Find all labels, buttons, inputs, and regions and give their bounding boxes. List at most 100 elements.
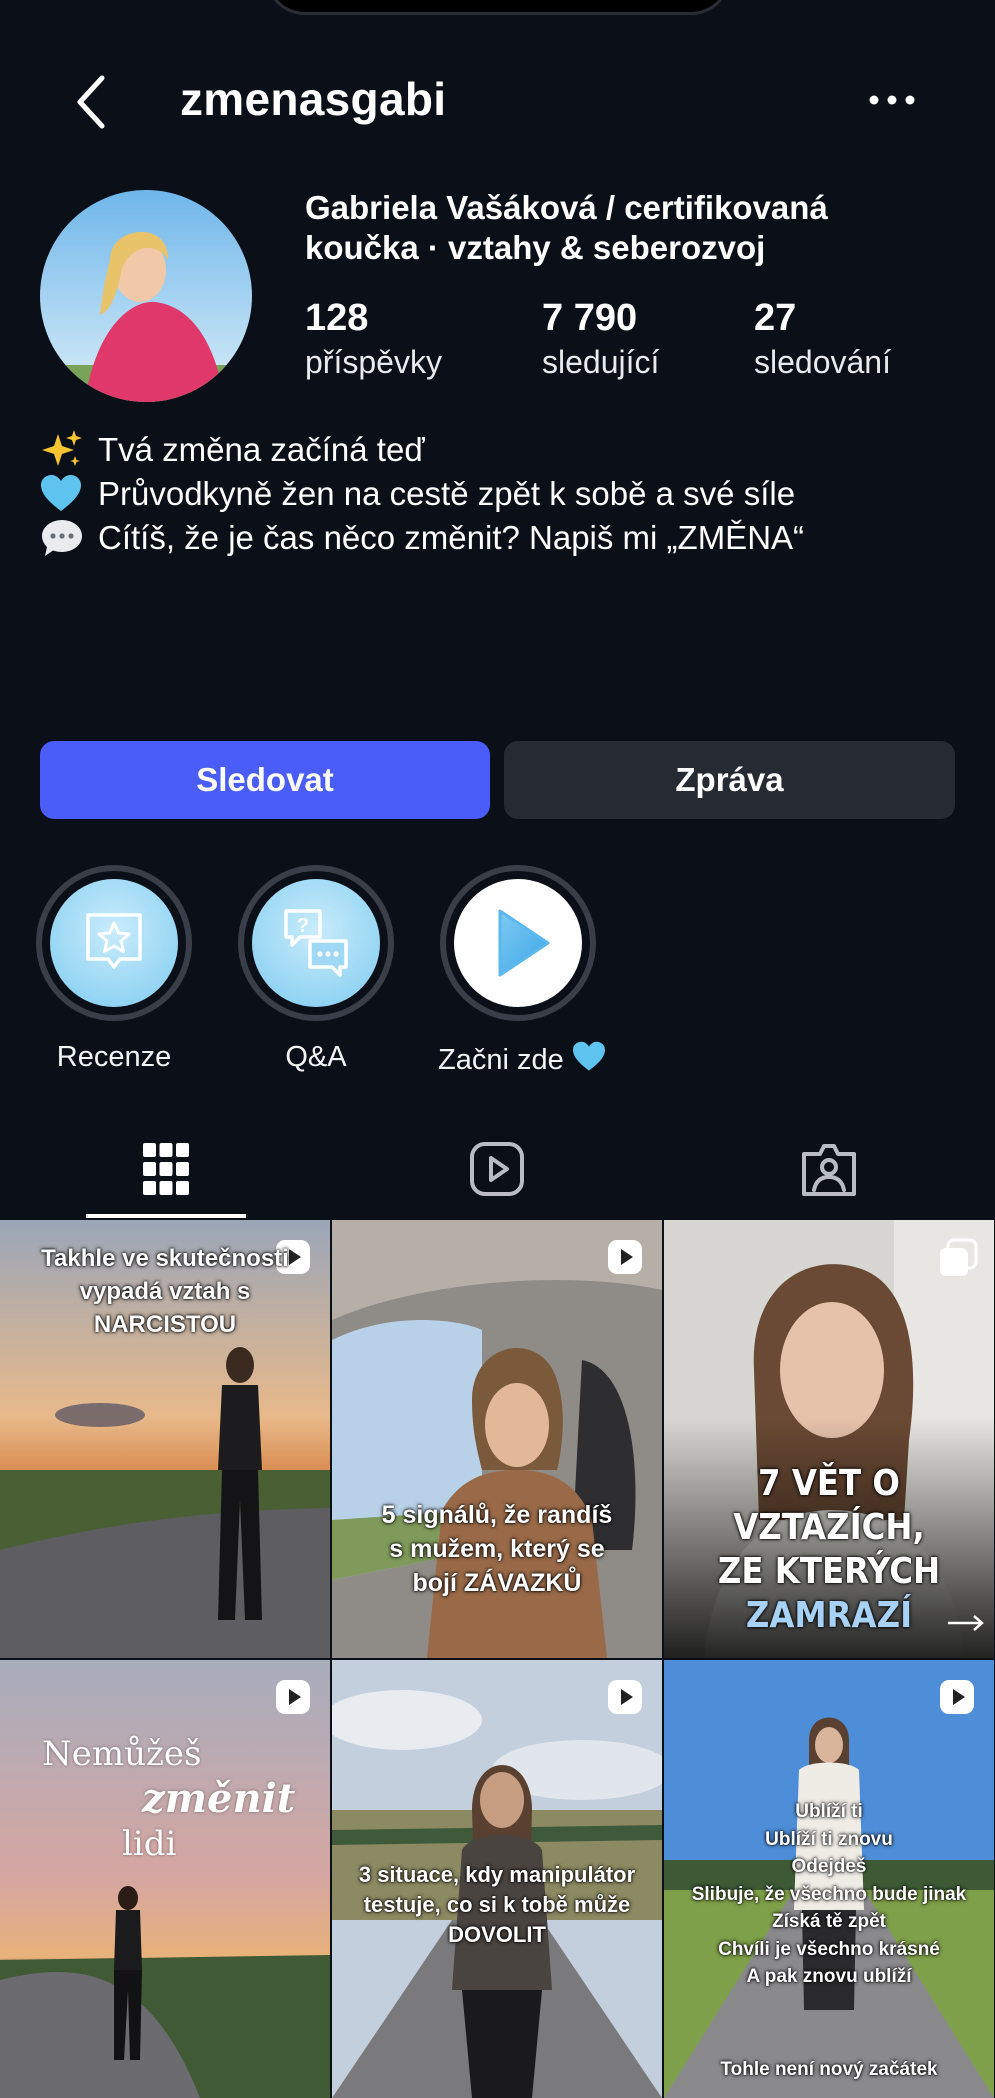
- post-tile[interactable]: 7 VĚT O VZTAZÍCH, ZE KTERÝCH ZAMRAZÍ: [664, 1220, 994, 1658]
- follow-button[interactable]: Sledovat: [40, 741, 490, 819]
- star-bubble-icon: [86, 913, 142, 969]
- post-caption-line: NARCISTOU: [93, 1311, 237, 1338]
- post-caption-line: Získá tě zpět: [771, 1911, 887, 1932]
- stat-following[interactable]: 27 sledování: [754, 295, 891, 383]
- highlight-label: Q&A: [285, 1041, 347, 1073]
- svg-text:?: ?: [297, 915, 309, 937]
- tagged-icon: [802, 1144, 856, 1196]
- post-caption-line: 5 signálů, že randíš: [381, 1501, 613, 1529]
- highlight-cover: [50, 879, 178, 1007]
- blue-heart-icon: [572, 1041, 605, 1071]
- post-caption-line: A pak znovu ublíží: [746, 1966, 912, 1987]
- highlight-ring: [36, 865, 192, 1021]
- profile-name-line-2: koučka · vztahy & seberozvoj: [305, 229, 766, 266]
- highlight-label-text: Začni zde: [438, 1044, 564, 1076]
- reel-badge-icon: [274, 1678, 312, 1716]
- bio-text: Tvá změna začíná teď: [98, 431, 425, 468]
- profile-tabs: [0, 1120, 995, 1218]
- highlight-label: Začni zde: [438, 1041, 605, 1077]
- post-tile[interactable]: Takhle ve skutečnosti vypadá vztah s NAR…: [0, 1220, 330, 1658]
- highlight-ring: [440, 865, 596, 1021]
- post-caption: Takhle ve skutečnosti vypadá vztah s NAR…: [0, 1242, 330, 1341]
- bio-line: Tvá změna začíná teď: [40, 428, 804, 472]
- back-button[interactable]: [72, 72, 112, 132]
- post-image: [0, 1660, 330, 2098]
- stat-followers-count: 7 790: [542, 297, 638, 339]
- reel-badge-icon: [606, 1678, 644, 1716]
- device-notch: [265, 0, 731, 15]
- stat-posts-label: příspěvky: [305, 344, 442, 380]
- stat-posts-count: 128: [305, 297, 369, 339]
- post-tile[interactable]: Nemůžeš změnit lidi: [0, 1660, 330, 2098]
- stat-following-count: 27: [754, 297, 797, 339]
- grid-icon: [143, 1143, 189, 1195]
- bio-text: Cítíš, že je čas něco změnit? Napiš mi „…: [98, 519, 805, 556]
- post-tile[interactable]: 5 signálů, že randíš s mužem, který se b…: [332, 1220, 662, 1658]
- bio-line: Cítíš, že je čas něco změnit? Napiš mi „…: [40, 516, 804, 560]
- post-tile[interactable]: 3 situace, kdy manipulátor testuje, co s…: [332, 1660, 662, 2098]
- post-caption-line: Ublíží ti znovu: [765, 1828, 893, 1850]
- stat-followers-label: sledující: [542, 344, 660, 380]
- reels-icon: [470, 1142, 524, 1196]
- post-caption-line: testuje, co si k tobě může: [363, 1892, 631, 1917]
- highlight-label: Recenze: [56, 1041, 172, 1073]
- sparkles-icon: [40, 428, 88, 472]
- top-bar: zmenasgabi: [0, 60, 995, 140]
- more-options-button[interactable]: [857, 80, 927, 120]
- highlight-ring: ?: [238, 865, 394, 1021]
- reel-badge-icon: [606, 1238, 644, 1276]
- post-caption-line: s mužem, který se: [389, 1535, 605, 1563]
- profile-avatar[interactable]: [40, 190, 252, 402]
- play-icon: [498, 909, 550, 977]
- post-caption-line: ZAMRAZÍ: [745, 1595, 913, 1636]
- post-caption-line: změnit: [142, 1775, 296, 1822]
- post-caption: 7 VĚT O VZTAZÍCH, ZE KTERÝCH ZAMRAZÍ: [664, 1462, 994, 1638]
- highlight-recenze[interactable]: Recenze: [34, 865, 194, 1074]
- post-caption-line: bojí ZÁVAZKŮ: [412, 1569, 582, 1597]
- post-caption: Nemůžeš změnit lidi: [42, 1732, 295, 1866]
- blue-heart-icon: [40, 472, 88, 516]
- post-caption-line: Odejdeš: [791, 1856, 867, 1877]
- speech-bubble-icon: [40, 516, 88, 560]
- highlight-cover: [454, 879, 582, 1007]
- post-caption-line: Ublíží ti: [795, 1801, 863, 1822]
- post-caption-line: ZE KTERÝCH: [717, 1551, 941, 1592]
- question-chat-icon: ?: [284, 909, 348, 977]
- profile-username: zmenasgabi: [180, 73, 447, 125]
- profile-bio: Tvá změna začíná teď Průvodkyně žen na c…: [40, 428, 804, 560]
- active-tab-indicator: [86, 1214, 246, 1218]
- stat-posts[interactable]: 128 příspěvky: [305, 295, 442, 383]
- more-dots-icon: [869, 95, 915, 105]
- post-caption: Ublíží ti Ublíží ti znovu Odejdeš Slibuj…: [664, 1798, 994, 1991]
- post-tile[interactable]: Ublíží ti Ublíží ti znovu Odejdeš Slibuj…: [664, 1660, 994, 2098]
- post-caption: 3 situace, kdy manipulátor testuje, co s…: [332, 1860, 662, 1950]
- message-button[interactable]: Zpráva: [504, 741, 955, 819]
- highlight-zacni-zde[interactable]: Začni zde: [438, 865, 605, 1077]
- reel-badge-icon: [938, 1678, 976, 1716]
- post-caption-line: DOVOLIT: [448, 1922, 546, 1947]
- post-caption-line: Takhle ve skutečnosti: [41, 1245, 289, 1272]
- tab-reels[interactable]: [417, 1120, 577, 1218]
- stat-followers[interactable]: 7 790 sledující: [542, 295, 659, 383]
- tab-tagged[interactable]: [749, 1120, 909, 1218]
- profile-full-name: Gabriela Vašáková / certifikovaná koučka…: [305, 188, 965, 268]
- post-caption-line: Slibuje, že všechno bude jinak: [691, 1883, 967, 1905]
- chevron-left-icon: [77, 75, 105, 129]
- post-caption-footer: Tohle není nový začátek: [720, 2059, 938, 2080]
- posts-grid: Takhle ve skutečnosti vypadá vztah s NAR…: [0, 1220, 995, 2098]
- avatar-photo: [40, 190, 252, 402]
- highlight-cover: ?: [252, 879, 380, 1007]
- post-caption-line: 3 situace, kdy manipulátor: [358, 1862, 636, 1887]
- post-caption-line: Chvíli je všechno krásné: [718, 1938, 940, 1960]
- post-caption-line: vypadá vztah s: [79, 1278, 251, 1305]
- carousel-badge-icon: [938, 1238, 978, 1276]
- post-caption-line: 7 VĚT O VZTAZÍCH,: [733, 1463, 925, 1548]
- stat-following-label: sledování: [754, 344, 891, 380]
- post-caption-line: Nemůžeš: [42, 1734, 202, 1774]
- tab-grid[interactable]: [86, 1120, 246, 1218]
- highlight-qa[interactable]: ? Q&A: [236, 865, 396, 1074]
- bio-text: Průvodkyně žen na cestě zpět k sobě a sv…: [98, 475, 796, 512]
- post-caption: 5 signálů, že randíš s mužem, který se b…: [332, 1498, 662, 1600]
- arrow-right-icon: [946, 1613, 986, 1638]
- bio-line: Průvodkyně žen na cestě zpět k sobě a sv…: [40, 472, 804, 516]
